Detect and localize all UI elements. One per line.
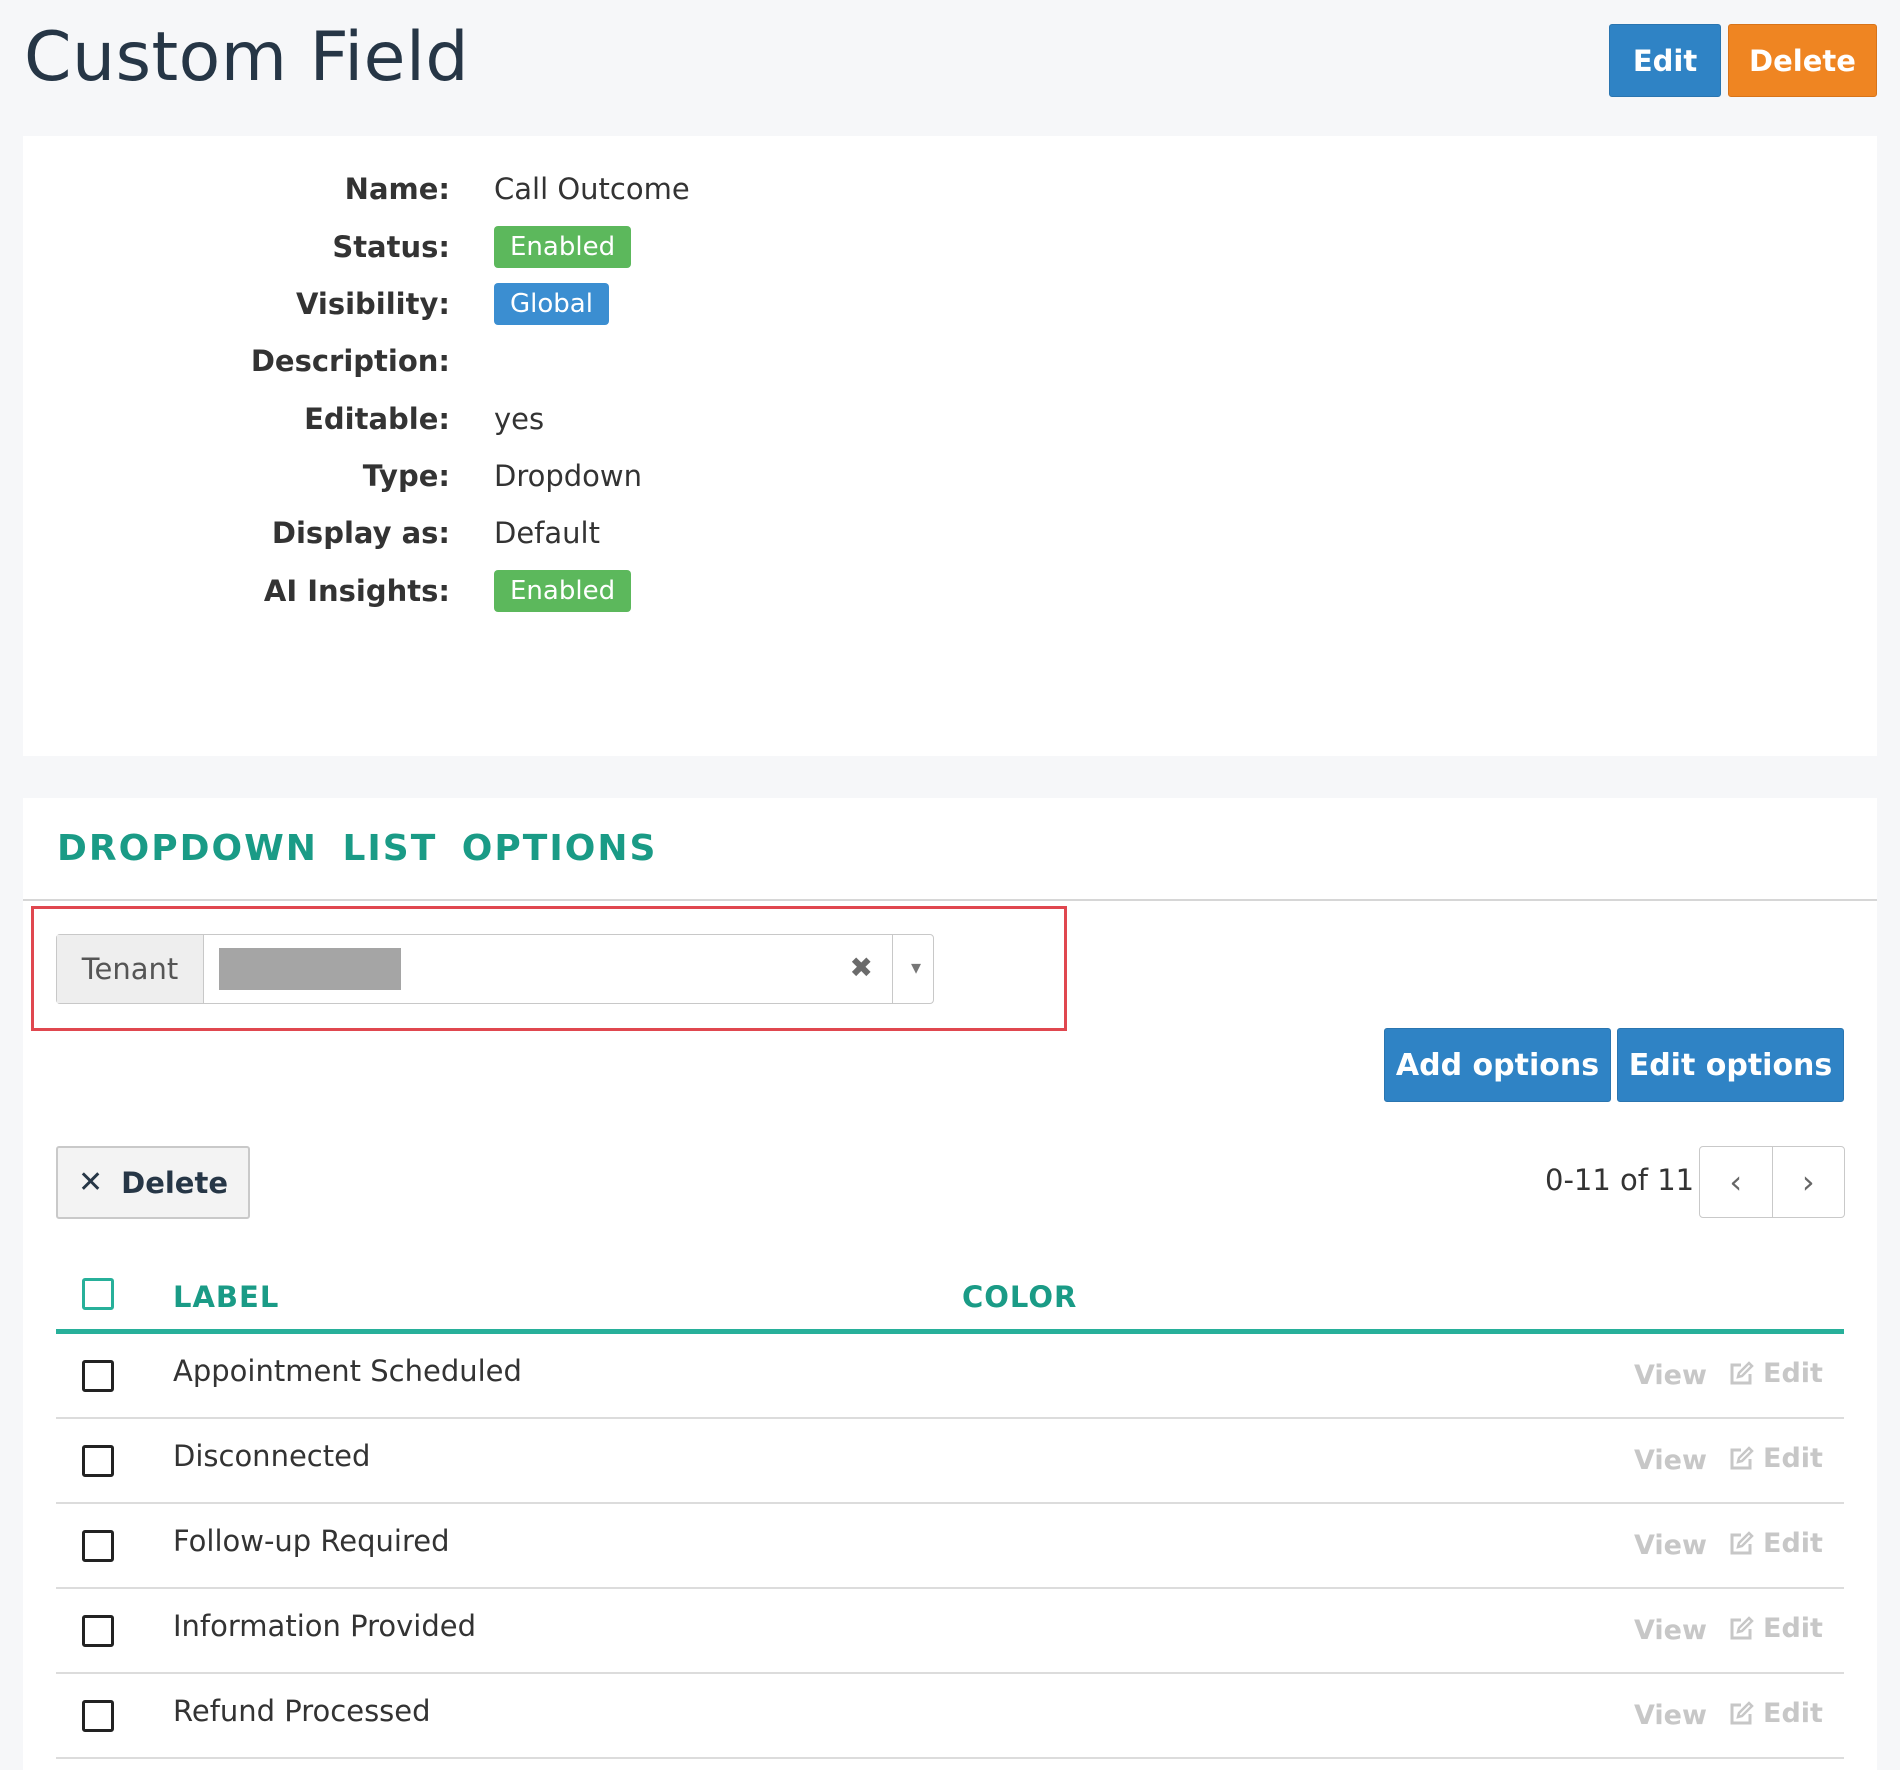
details-panel: Name: Call Outcome Status: Enabled Visibilit…: [23, 136, 1877, 756]
detail-label: Status:: [332, 230, 450, 264]
detail-value: Dropdown: [494, 459, 643, 493]
table-row: Refund Processed View Edit: [56, 1674, 1844, 1759]
delete-button[interactable]: Delete: [1728, 24, 1877, 97]
section-title: DROPDOWN LIST OPTIONS: [57, 828, 658, 869]
option-label: Refund Processed: [173, 1694, 431, 1728]
edit-link[interactable]: Edit: [1727, 1528, 1823, 1559]
page-title: Custom Field: [24, 18, 470, 97]
edit-link[interactable]: Edit: [1727, 1698, 1823, 1729]
table-row: Disconnected View Edit: [56, 1419, 1844, 1504]
detail-value: Enabled: [494, 570, 632, 612]
dropdown-options-panel: DROPDOWN LIST OPTIONS Tenant ✖ ▾ Add opt…: [23, 798, 1877, 1770]
caret-separator: [892, 935, 893, 1003]
section-divider: [23, 899, 1877, 901]
detail-row: Type: Dropdown: [23, 451, 1023, 501]
edit-icon: [1727, 1700, 1755, 1728]
detail-row: Status: Enabled: [23, 222, 1023, 272]
edit-link-label: Edit: [1763, 1358, 1823, 1389]
view-link[interactable]: View: [1634, 1445, 1707, 1476]
status-badge: Enabled: [494, 226, 632, 268]
table-header: LABEL COLOR: [56, 1258, 1844, 1334]
view-link[interactable]: View: [1634, 1360, 1707, 1391]
view-link[interactable]: View: [1634, 1700, 1707, 1731]
table-row: Follow-up Required View Edit: [56, 1504, 1844, 1589]
edit-link-label: Edit: [1763, 1528, 1823, 1559]
delete-selected-label: Delete: [121, 1165, 229, 1200]
row-checkbox[interactable]: [82, 1615, 114, 1647]
detail-value: Enabled: [494, 226, 632, 268]
detail-row: AI Insights: Enabled: [23, 566, 1023, 616]
option-label: Follow-up Required: [173, 1524, 450, 1558]
status-badge: Global: [494, 283, 609, 325]
detail-label: Description:: [250, 344, 450, 378]
detail-label: Visibility:: [295, 287, 450, 321]
edit-icon: [1727, 1615, 1755, 1643]
detail-label: AI Insights:: [263, 574, 450, 608]
delete-selected-button[interactable]: ✕ Delete: [56, 1146, 250, 1219]
pagination: ‹ ›: [1699, 1146, 1845, 1218]
tenant-filter: Tenant ✖ ▾: [56, 934, 934, 1004]
chevron-right-icon[interactable]: ›: [1771, 1147, 1845, 1217]
options-table: LABEL COLOR Appointment Scheduled View Edi…: [56, 1258, 1844, 1759]
clear-icon[interactable]: ✖: [850, 951, 873, 984]
edit-link-label: Edit: [1763, 1613, 1823, 1644]
row-checkbox[interactable]: [82, 1530, 114, 1562]
table-row: Appointment Scheduled View Edit: [56, 1334, 1844, 1419]
detail-row: Display as: Default: [23, 508, 1023, 558]
detail-label: Display as:: [271, 516, 450, 550]
detail-value: Default: [494, 516, 600, 550]
column-header-label: LABEL: [173, 1280, 280, 1314]
detail-row: Editable: yes: [23, 394, 1023, 444]
detail-row: Description:: [23, 336, 1023, 386]
row-checkbox[interactable]: [82, 1700, 114, 1732]
edit-link-label: Edit: [1763, 1443, 1823, 1474]
table-row: Information Provided View Edit: [56, 1589, 1844, 1674]
detail-label: Editable:: [304, 402, 450, 436]
edit-button[interactable]: Edit: [1609, 24, 1721, 97]
edit-icon: [1727, 1530, 1755, 1558]
detail-value: yes: [494, 402, 545, 436]
edit-icon: [1727, 1445, 1755, 1473]
chevron-left-icon[interactable]: ‹: [1700, 1147, 1772, 1217]
detail-value: Call Outcome: [494, 172, 690, 206]
close-icon: ✕: [77, 1165, 104, 1200]
pagination-text: 0-11 of 11: [1545, 1163, 1695, 1197]
select-all-checkbox[interactable]: [82, 1278, 114, 1310]
detail-row: Name: Call Outcome: [23, 164, 1023, 214]
row-checkbox[interactable]: [82, 1445, 114, 1477]
detail-label: Type:: [362, 459, 450, 493]
edit-link[interactable]: Edit: [1727, 1358, 1823, 1389]
tenant-label: Tenant: [57, 935, 204, 1003]
row-checkbox[interactable]: [82, 1360, 114, 1392]
edit-link[interactable]: Edit: [1727, 1443, 1823, 1474]
option-label: Disconnected: [173, 1439, 371, 1473]
view-link[interactable]: View: [1634, 1530, 1707, 1561]
edit-icon: [1727, 1360, 1755, 1388]
edit-link-label: Edit: [1763, 1698, 1823, 1729]
add-options-button[interactable]: Add options: [1384, 1028, 1611, 1102]
edit-options-button[interactable]: Edit options: [1617, 1028, 1844, 1102]
edit-link[interactable]: Edit: [1727, 1613, 1823, 1644]
detail-row: Visibility: Global: [23, 279, 1023, 329]
column-header-color: COLOR: [962, 1280, 1078, 1314]
status-badge: Enabled: [494, 570, 632, 612]
detail-label: Name:: [344, 172, 450, 206]
chevron-down-icon[interactable]: ▾: [911, 955, 921, 979]
detail-value: Global: [494, 283, 609, 325]
redacted-value: [219, 948, 401, 990]
view-link[interactable]: View: [1634, 1615, 1707, 1646]
tenant-select[interactable]: ✖ ▾: [204, 935, 933, 1003]
option-label: Appointment Scheduled: [173, 1354, 522, 1388]
option-label: Information Provided: [173, 1609, 476, 1643]
